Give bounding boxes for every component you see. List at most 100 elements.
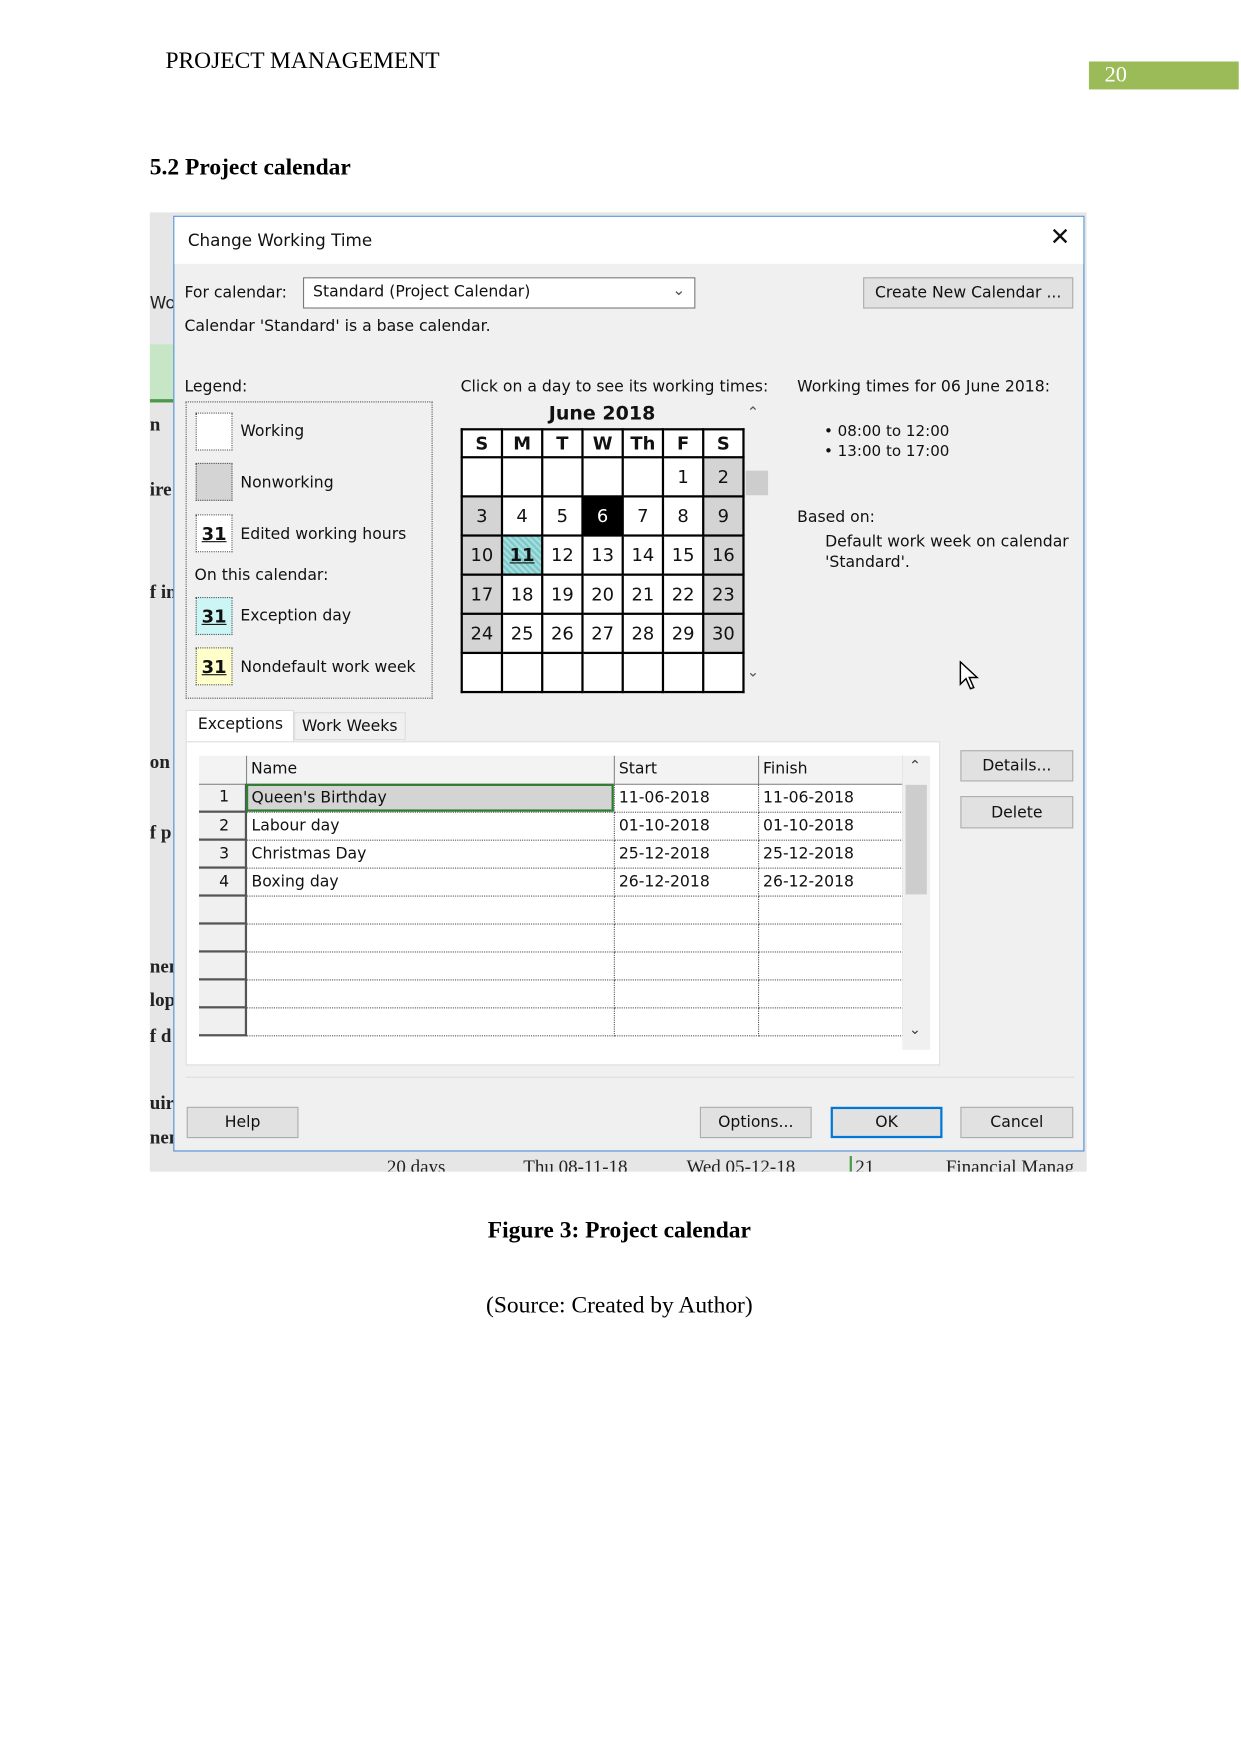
- calendar-day[interactable]: [500, 651, 544, 694]
- month-calendar[interactable]: S M T W Th F S 1 2 3 4 5 6 7 8 9 10 11 12 13 14 15 16 17 18 19 20 2…: [460, 428, 745, 694]
- calendar-day[interactable]: 5: [541, 495, 584, 537]
- empty-cell[interactable]: [245, 979, 615, 1008]
- scroll-down-icon[interactable]: ⌄: [909, 1022, 921, 1039]
- scroll-up-icon[interactable]: ⌃: [909, 758, 921, 775]
- exception-finish[interactable]: 01-10-2018: [758, 811, 903, 841]
- exception-finish[interactable]: 26-12-2018: [758, 867, 903, 897]
- options-button[interactable]: Options...: [699, 1106, 812, 1139]
- calendar-day[interactable]: 30: [702, 612, 745, 655]
- calendar-day[interactable]: 22: [661, 573, 705, 615]
- tab-work-weeks[interactable]: Work Weeks: [294, 712, 406, 741]
- empty-cell[interactable]: [613, 951, 759, 980]
- empty-cell[interactable]: [758, 923, 903, 952]
- calendar-day[interactable]: 7: [621, 495, 665, 537]
- empty-cell[interactable]: [245, 895, 615, 925]
- exception-start[interactable]: 26-12-2018: [613, 867, 759, 897]
- calendar-day[interactable]: 20: [581, 573, 624, 615]
- calendar-day[interactable]: 9: [702, 495, 745, 537]
- help-button[interactable]: Help: [186, 1106, 299, 1139]
- details-button[interactable]: Details...: [960, 750, 1074, 782]
- calendar-day[interactable]: 12: [541, 534, 584, 576]
- calendar-day[interactable]: [621, 651, 665, 694]
- empty-cell[interactable]: [245, 923, 615, 952]
- calendar-day[interactable]: 24: [460, 612, 504, 655]
- empty-cell[interactable]: [613, 979, 759, 1008]
- empty-cell[interactable]: [245, 1007, 615, 1036]
- close-icon[interactable]: ✕: [1050, 224, 1071, 252]
- calendar-select[interactable]: Standard (Project Calendar) ⌄: [302, 277, 696, 309]
- calendar-day[interactable]: [661, 651, 705, 694]
- exception-name[interactable]: Labour day: [245, 811, 615, 841]
- column-header[interactable]: Name: [245, 755, 615, 785]
- calendar-day[interactable]: [581, 456, 624, 498]
- empty-cell[interactable]: [758, 979, 903, 1008]
- exception-finish[interactable]: 25-12-2018: [758, 839, 903, 869]
- calendar-day[interactable]: 13: [581, 534, 624, 576]
- table-scrollbar[interactable]: ⌃ ⌄: [902, 755, 931, 1050]
- table-row[interactable]: [199, 979, 903, 1009]
- table-row[interactable]: [199, 923, 903, 953]
- calendar-day[interactable]: 28: [621, 612, 665, 655]
- table-row[interactable]: [199, 951, 903, 981]
- calendar-day[interactable]: [621, 456, 665, 498]
- scrollbar-thumb[interactable]: [905, 784, 927, 895]
- calendar-day[interactable]: 16: [702, 534, 745, 576]
- empty-cell[interactable]: [613, 1007, 759, 1036]
- exceptions-table[interactable]: Name Start Finish 1 Queen's Birthday 11-06-20…: [199, 755, 903, 1037]
- calendar-day[interactable]: 21: [621, 573, 665, 615]
- empty-cell[interactable]: [758, 895, 903, 925]
- calendar-day[interactable]: 8: [661, 495, 705, 537]
- calendar-day[interactable]: 15: [661, 534, 705, 576]
- calendar-day[interactable]: [460, 651, 504, 694]
- table-row[interactable]: 4 Boxing day 26-12-2018 26-12-2018: [199, 867, 903, 897]
- calendar-day[interactable]: 17: [460, 573, 504, 615]
- empty-cell[interactable]: [613, 895, 759, 925]
- calendar-day[interactable]: [541, 456, 584, 498]
- calendar-day[interactable]: 1: [661, 456, 705, 498]
- empty-cell[interactable]: [758, 1007, 903, 1036]
- calendar-day[interactable]: 25: [500, 612, 544, 655]
- delete-button[interactable]: Delete: [960, 796, 1074, 829]
- calendar-day[interactable]: 18: [500, 573, 544, 615]
- table-row[interactable]: [199, 895, 903, 925]
- empty-cell[interactable]: [613, 923, 759, 952]
- calendar-day[interactable]: [500, 456, 544, 498]
- calendar-day[interactable]: [460, 456, 504, 498]
- calendar-day[interactable]: 11: [500, 534, 544, 576]
- cancel-button[interactable]: Cancel: [960, 1106, 1074, 1139]
- calendar-day[interactable]: 19: [541, 573, 584, 615]
- calendar-day[interactable]: 29: [661, 612, 705, 655]
- empty-cell[interactable]: [758, 951, 903, 980]
- calendar-scroll-down-icon[interactable]: ⌄: [747, 664, 759, 681]
- column-header[interactable]: Finish: [758, 755, 903, 785]
- calendar-scroll-up-icon[interactable]: ⌃: [747, 405, 759, 422]
- calendar-day[interactable]: 3: [460, 495, 504, 537]
- calendar-day[interactable]: 14: [621, 534, 665, 576]
- exception-start[interactable]: 01-10-2018: [613, 811, 759, 841]
- exception-start[interactable]: 25-12-2018: [613, 839, 759, 869]
- empty-cell[interactable]: [245, 951, 615, 980]
- calendar-day[interactable]: 23: [702, 573, 745, 615]
- exception-name[interactable]: Queen's Birthday: [245, 783, 615, 813]
- calendar-day[interactable]: 26: [541, 612, 584, 655]
- calendar-day[interactable]: [702, 651, 745, 694]
- exception-finish[interactable]: 11-06-2018: [758, 783, 903, 813]
- calendar-day[interactable]: 27: [581, 612, 624, 655]
- calendar-day[interactable]: 10: [460, 534, 504, 576]
- calendar-day[interactable]: 6: [581, 495, 624, 537]
- table-row[interactable]: 2 Labour day 01-10-2018 01-10-2018: [199, 811, 903, 841]
- calendar-day[interactable]: 2: [702, 456, 745, 498]
- exception-name[interactable]: Boxing day: [245, 867, 615, 897]
- table-row[interactable]: [199, 1007, 903, 1037]
- ok-button[interactable]: OK: [830, 1106, 943, 1139]
- exception-start[interactable]: 11-06-2018: [613, 783, 759, 813]
- calendar-scrollbar-thumb[interactable]: [745, 470, 769, 496]
- calendar-day[interactable]: [541, 651, 584, 694]
- table-row[interactable]: 3 Christmas Day 25-12-2018 25-12-2018: [199, 839, 903, 869]
- table-row[interactable]: 1 Queen's Birthday 11-06-2018 11-06-2018: [199, 783, 903, 813]
- calendar-day[interactable]: [581, 651, 624, 694]
- column-header[interactable]: Start: [613, 755, 759, 785]
- create-new-calendar-button[interactable]: Create New Calendar ...: [863, 277, 1074, 309]
- calendar-day[interactable]: 4: [500, 495, 544, 537]
- exception-name[interactable]: Christmas Day: [245, 839, 615, 869]
